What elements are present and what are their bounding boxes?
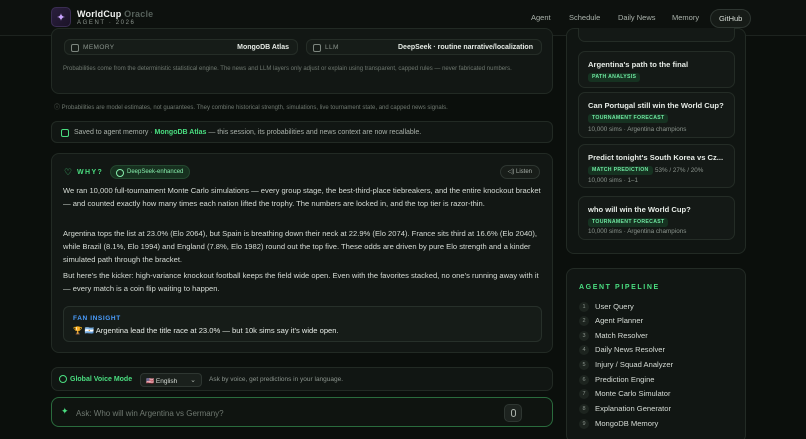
pipeline-step: 8 Explanation Generator <box>579 403 739 415</box>
sparkle-icon: ✦ <box>61 406 69 416</box>
pipeline-step: 2 Agent Planner <box>579 315 739 327</box>
microphone-button[interactable] <box>504 404 522 422</box>
why-explanation-card: ♡ WHY? DeepSeek-enhanced ◁) Listen We ra… <box>51 153 553 353</box>
globe-icon <box>59 375 67 383</box>
history-item-clipped[interactable] <box>578 28 735 42</box>
deepseek-badge: DeepSeek-enhanced <box>110 165 191 179</box>
language-select[interactable]: 🇺🇸 English ⌄ <box>140 373 202 387</box>
brand-subtitle: AGENT · 2026 <box>77 20 136 26</box>
history-item[interactable]: who will win the World Cup? TOURNAMENT F… <box>578 196 735 240</box>
brand-title: WorldCup Oracle <box>77 9 154 19</box>
pipeline-step: 4 Daily News Resolver <box>579 344 739 356</box>
nav-daily-news[interactable]: Daily News <box>618 13 656 22</box>
memory-saved-notice: Saved to agent memory · MongoDB Atlas — … <box>51 121 553 143</box>
pipeline-step: 6 Prediction Engine <box>579 374 739 386</box>
ask-input[interactable] <box>76 406 476 420</box>
nav-schedule[interactable]: Schedule <box>569 13 600 22</box>
fan-insight-heading: FAN INSIGHT <box>73 315 121 322</box>
chevron-down-icon: ⌄ <box>190 377 196 384</box>
voice-mode-bar: Global Voice Mode 🇺🇸 English ⌄ Ask by voi… <box>51 367 553 391</box>
fan-insight-text: 🏆 🇦🇷 Argentina lead the title race at 23… <box>73 326 339 335</box>
logo[interactable]: ✦ <box>51 7 71 27</box>
disclaimer: ⓘ Probabilities are model estimates, not… <box>54 105 448 111</box>
chip-icon <box>313 44 321 52</box>
history-item[interactable]: Can Portugal still win the World Cup? TO… <box>578 92 735 138</box>
ask-input-box[interactable]: ✦ <box>51 397 553 427</box>
pipeline-heading: AGENT PIPELINE <box>579 284 660 291</box>
database-icon <box>71 44 79 52</box>
memory-chip: MEMORY MongoDB Atlas <box>64 39 298 55</box>
stack-note: Probabilities come from the deterministi… <box>63 66 512 72</box>
explanation-paragraph-3: But here's the kicker: high-variance kno… <box>63 271 539 293</box>
voice-hint: Ask by voice, get predictions in your la… <box>209 376 344 383</box>
microphone-icon <box>511 409 516 417</box>
pipeline-step: 9 MongoDB Memory <box>579 418 739 430</box>
lightbulb-icon: ♡ <box>64 167 73 177</box>
history-item[interactable]: Argentina's path to the final PATH ANALY… <box>578 51 735 88</box>
history-item[interactable]: Predict tonight's South Korea vs Cz... M… <box>578 144 735 188</box>
pipeline-step: 1 User Query <box>579 301 739 313</box>
why-label: WHY? <box>77 169 104 176</box>
explanation-paragraph-1: We ran 10,000 full-tournament Monte Carl… <box>63 186 541 208</box>
stack-info-card: MEMORY MongoDB Atlas LLM DeepSeek · rout… <box>51 28 553 94</box>
llm-chip: LLM DeepSeek · routine narrative/localiz… <box>306 39 542 55</box>
voice-mode-label: Global Voice Mode <box>70 376 133 383</box>
trophy-icon: ✦ <box>56 11 66 24</box>
agent-pipeline-panel: AGENT PIPELINE 1 User Query 2 Agent Planne… <box>566 268 746 439</box>
pipeline-step: 7 Monte Carlo Simulator <box>579 388 739 400</box>
explanation-paragraph-2: Argentina tops the list at 23.0% (Elo 20… <box>63 229 538 264</box>
fan-insight-box: FAN INSIGHT 🏆 🇦🇷 Argentina lead the titl… <box>63 306 542 342</box>
pipeline-step: 5 Injury / Squad Analyzer <box>579 359 739 371</box>
nav-agent[interactable]: Agent <box>531 13 551 22</box>
pipeline-step: 3 Match Resolver <box>579 330 739 342</box>
nav-memory[interactable]: Memory <box>672 13 699 22</box>
listen-button[interactable]: ◁) Listen <box>499 165 540 179</box>
nav-github-button[interactable]: GitHub <box>710 9 752 28</box>
database-icon <box>61 129 69 137</box>
